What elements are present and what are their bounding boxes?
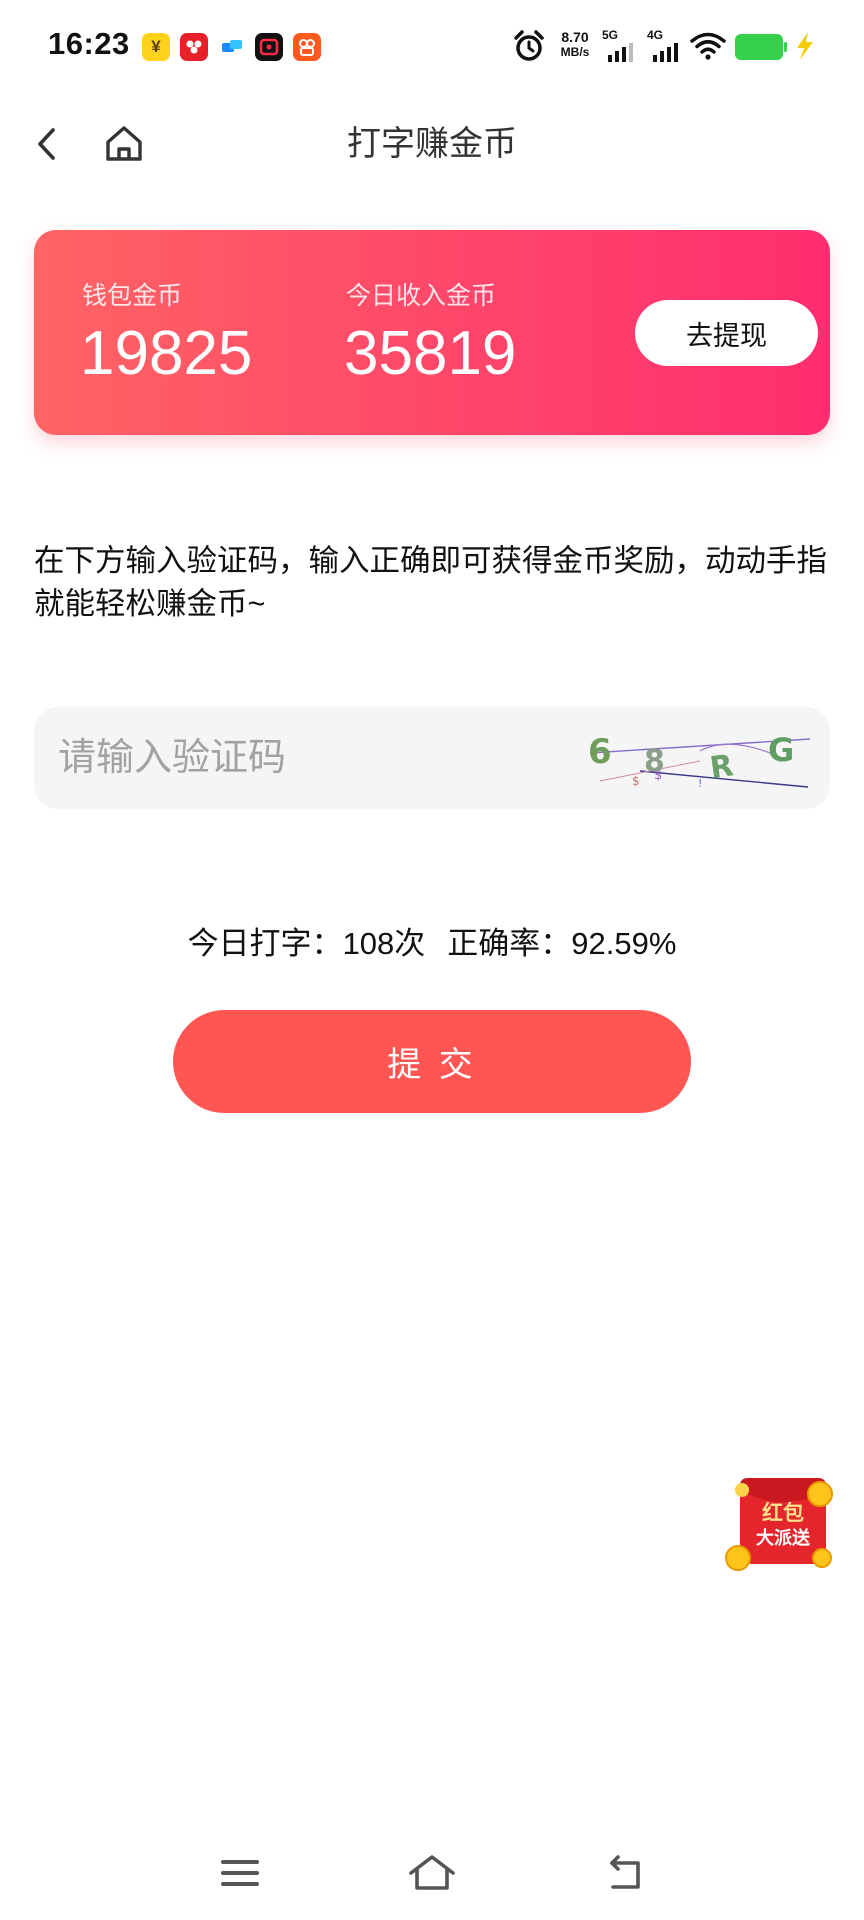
today-income-value: 35819	[344, 319, 517, 388]
captcha-char: R	[708, 748, 736, 786]
home-button[interactable]	[102, 122, 146, 166]
wallet-app-icon: ¥	[142, 33, 170, 61]
message-app-icon	[218, 33, 246, 61]
signal-bars-icon	[653, 43, 678, 62]
network-speed-value: 8.70	[561, 29, 589, 45]
network-type-5g: 5G	[602, 28, 619, 42]
top-header: 打字赚金币	[0, 92, 864, 196]
signal-5g: 5G	[602, 28, 638, 64]
network-speed: 8.70 MB/s	[553, 30, 597, 60]
status-bar: 16:23 ¥ 8.70 MB/s 5G 4G	[0, 0, 864, 92]
home-icon	[106, 126, 142, 161]
withdraw-button[interactable]: 去提现	[635, 300, 818, 366]
kuaishou-app-icon	[293, 33, 321, 61]
today-income-label: 今日收入金币	[346, 282, 497, 310]
wallet-coins-label: 钱包金币	[82, 282, 183, 310]
red-packet-line1: 红包	[762, 1501, 804, 1525]
network-speed-unit: MB/s	[560, 45, 590, 59]
typed-count-label: 今日打字：	[187, 926, 343, 961]
signal-bars-icon	[608, 43, 633, 62]
red-packet-float-icon[interactable]: 红包 大派送	[722, 1464, 846, 1580]
captcha-input[interactable]	[58, 725, 558, 791]
captcha-noise-char: !	[698, 777, 702, 790]
menu-icon	[221, 1860, 259, 1886]
captcha-field: $ $ ! 6 8 R G	[34, 707, 830, 809]
captcha-char: G	[768, 731, 794, 769]
captcha-char: 8	[644, 744, 665, 779]
nav-home-button[interactable]	[402, 1848, 462, 1898]
network-type-4g: 4G	[647, 28, 664, 42]
wallet-app-glyph: ¥	[151, 37, 161, 56]
chevron-left-icon	[38, 128, 55, 160]
wifi-icon	[690, 32, 726, 60]
accuracy-value: 92.59%	[571, 926, 677, 961]
captcha-image[interactable]: $ $ ! 6 8 R G	[580, 721, 812, 795]
nav-back-button[interactable]	[595, 1848, 655, 1898]
status-time: 16:23	[48, 26, 130, 61]
video-app-icon	[255, 33, 283, 61]
typed-count-value: 108次	[342, 926, 426, 961]
battery-icon	[735, 34, 787, 60]
back-icon	[610, 1855, 640, 1889]
wallet-coins-value: 19825	[80, 319, 253, 388]
menu-button[interactable]	[210, 1848, 270, 1898]
typing-stats: 今日打字：108次 正确率：92.59%	[0, 922, 864, 966]
charging-bolt-icon	[797, 32, 813, 60]
back-button[interactable]	[30, 122, 70, 166]
signal-4g: 4G	[647, 28, 685, 64]
captcha-char: 6	[588, 732, 612, 772]
shopping-app-icon	[180, 33, 208, 61]
system-nav-bar	[0, 1830, 864, 1920]
instruction-text: 在下方输入验证码，输入正确即可获得金币奖励，动动手指就能轻松赚金币~	[34, 544, 827, 621]
alarm-icon	[514, 30, 544, 61]
red-packet-line2: 大派送	[756, 1527, 811, 1549]
captcha-noise-char: $	[632, 774, 640, 788]
accuracy-label: 正确率：	[447, 926, 572, 961]
home-icon	[409, 1855, 455, 1890]
wallet-card: 钱包金币 19825 今日收入金币 35819 去提现	[34, 230, 830, 435]
submit-button[interactable]: 提 交	[173, 1010, 691, 1113]
page-title: 打字赚金币	[347, 125, 517, 163]
